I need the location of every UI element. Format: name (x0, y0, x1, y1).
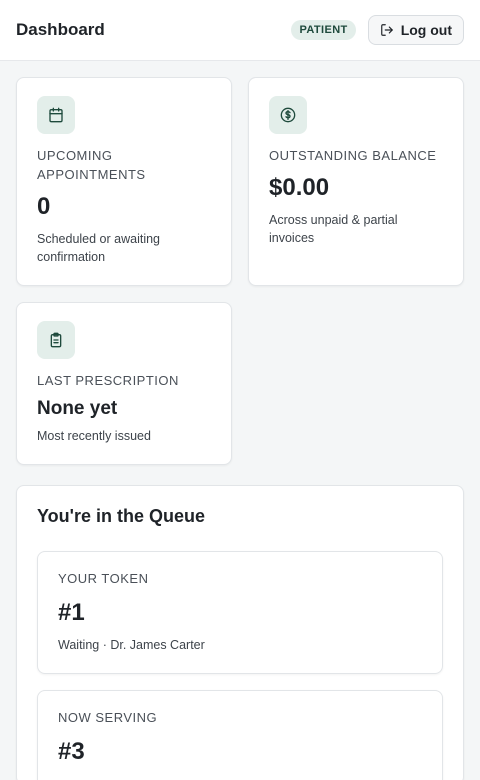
stat-label: OUTSTANDING BALANCE (269, 148, 437, 163)
now-serving-label: NOW SERVING (58, 710, 158, 725)
your-token-value: #1 (58, 599, 85, 626)
your-token-status: Waiting · Dr. James Carter (58, 638, 205, 652)
calendar-icon (49, 107, 63, 123)
calendar-icon-box (37, 96, 75, 134)
stat-card-prescription: LAST PRESCRIPTION None yet Most recently… (16, 302, 232, 465)
dashboard-main: UPCOMING APPOINTMENTS 0 Scheduled or awa… (0, 61, 480, 780)
stat-card-appointments: UPCOMING APPOINTMENTS 0 Scheduled or awa… (16, 77, 232, 286)
stats-grid: UPCOMING APPOINTMENTS 0 Scheduled or awa… (16, 77, 464, 465)
currency-icon-box (269, 96, 307, 134)
app-header: Dashboard PATIENT Log out (0, 0, 480, 61)
stat-value: 0 (37, 193, 51, 220)
queue-title: You're in the Queue (37, 506, 205, 526)
clipboard-icon (50, 332, 62, 348)
stat-value: None yet (37, 398, 118, 419)
now-serving-card: NOW SERVING #3 (37, 690, 443, 780)
clipboard-icon-box (37, 321, 75, 359)
logout-icon (380, 24, 393, 36)
your-token-label: YOUR TOKEN (58, 571, 149, 586)
currency-icon (280, 107, 296, 123)
your-token-card: YOUR TOKEN #1 Waiting · Dr. James Carter (37, 551, 443, 674)
header-actions: PATIENT Log out (291, 15, 464, 45)
stat-description: Scheduled or awaiting confirmation (37, 232, 160, 264)
logout-button[interactable]: Log out (367, 15, 464, 45)
stat-label: LAST PRESCRIPTION (37, 373, 179, 388)
queue-card: You're in the Queue YOUR TOKEN #1 Waitin… (16, 485, 464, 780)
now-serving-value: #3 (58, 738, 85, 765)
stat-value: $0.00 (269, 174, 330, 201)
stat-description: Across unpaid & partial invoices (269, 213, 398, 245)
stat-description: Most recently issued (37, 429, 151, 443)
role-badge: PATIENT (291, 20, 356, 40)
logout-label: Log out (400, 22, 452, 38)
stat-label: UPCOMING APPOINTMENTS (37, 148, 146, 182)
page-title: Dashboard (16, 20, 105, 39)
stat-card-balance: OUTSTANDING BALANCE $0.00 Across unpaid … (248, 77, 464, 286)
